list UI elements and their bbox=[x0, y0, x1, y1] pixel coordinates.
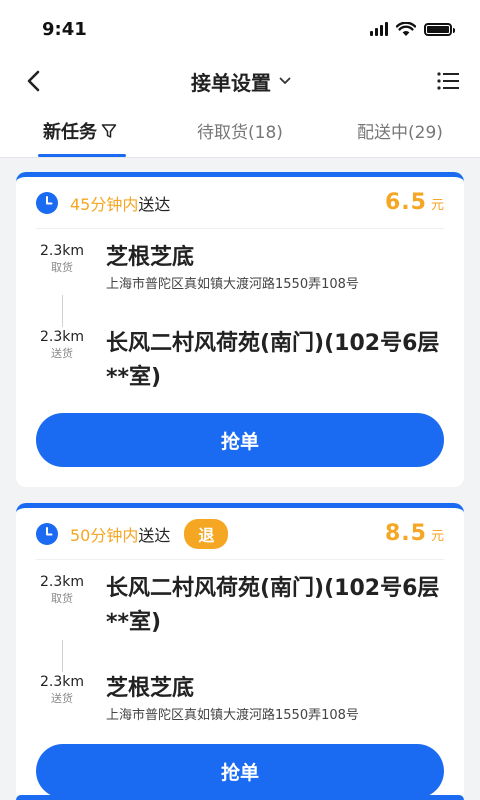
refund-badge: 退 bbox=[184, 518, 229, 549]
tab-pending-pickup[interactable]: 待取货(18) bbox=[160, 104, 320, 157]
pickup-stop: 2.3km 取货 芝根芝底 上海市普陀区真如镇大渡河路1550弄108号 bbox=[36, 241, 444, 295]
order-card-header: 45分钟内 送达 6.5 元 bbox=[36, 177, 444, 229]
tab-bar: 新任务 待取货(18) 配送中(29) bbox=[0, 104, 480, 158]
stop-name: 长风二村风荷苑(南门)(102号6层**室) bbox=[106, 331, 440, 390]
nav-bar: 接单设置 bbox=[0, 58, 480, 104]
price-unit: 元 bbox=[430, 529, 444, 544]
stop-address: 上海市普陀区真如镇大渡河路1550弄108号 bbox=[106, 708, 359, 723]
deadline-suffix: 送达 bbox=[138, 525, 171, 545]
order-card-header: 50分钟内 送达 退 8.5 元 bbox=[36, 508, 444, 560]
dropoff-stop: 2.3km 送货 长风二村风荷苑(南门)(102号6层**室) bbox=[36, 327, 444, 395]
tab-label: 配送中(29) bbox=[357, 123, 443, 143]
nav-title-dropdown[interactable]: 接单设置 bbox=[191, 67, 291, 96]
route: 2.3km 取货 芝根芝底 上海市普陀区真如镇大渡河路1550弄108号 2.3… bbox=[36, 229, 444, 395]
status-icons bbox=[370, 21, 455, 37]
price-unit: 元 bbox=[430, 198, 444, 213]
stop-distance: 2.3km bbox=[39, 674, 84, 690]
order-list: 45分钟内 送达 6.5 元 2.3km 取货 芝根芝底 上海市普陀区真如镇大渡… bbox=[0, 158, 480, 800]
order-card: 45分钟内 送达 6.5 元 2.3km 取货 芝根芝底 上海市普陀区真如镇大渡… bbox=[16, 172, 464, 487]
dropoff-stop: 2.3km 送货 芝根芝底 上海市普陀区真如镇大渡河路1550弄108号 bbox=[36, 672, 444, 726]
tab-label: 新任务 bbox=[43, 121, 97, 143]
status-bar: 9:41 bbox=[0, 0, 480, 58]
tab-new-tasks[interactable]: 新任务 bbox=[0, 104, 160, 157]
stop-kind: 送货 bbox=[51, 347, 73, 360]
stop-kind: 取货 bbox=[51, 592, 73, 605]
grab-order-button[interactable]: 抢单 bbox=[36, 744, 444, 798]
page-title: 接单设置 bbox=[191, 70, 271, 95]
stop-kind: 送货 bbox=[51, 692, 73, 705]
filter-icon[interactable] bbox=[101, 123, 117, 139]
status-time: 9:41 bbox=[42, 18, 87, 40]
chevron-down-icon bbox=[279, 77, 291, 84]
stop-distance: 2.3km bbox=[39, 243, 84, 259]
stop-name: 长风二村风荷苑(南门)(102号6层**室) bbox=[106, 576, 440, 635]
grab-order-button[interactable]: 抢单 bbox=[36, 413, 444, 467]
route-connector bbox=[36, 295, 88, 327]
wifi-icon bbox=[396, 21, 416, 36]
stop-address: 上海市普陀区真如镇大渡河路1550弄108号 bbox=[106, 277, 359, 292]
order-price: 6.5 元 bbox=[385, 190, 444, 215]
stop-distance: 2.3km bbox=[39, 329, 84, 345]
order-price: 8.5 元 bbox=[385, 521, 444, 546]
price-value: 8.5 bbox=[385, 521, 427, 546]
cellular-signal-icon bbox=[370, 22, 388, 36]
route-connector bbox=[36, 640, 88, 672]
price-value: 6.5 bbox=[385, 190, 427, 215]
battery-icon bbox=[424, 22, 455, 36]
order-card: 50分钟内 送达 退 8.5 元 2.3km 取货 长风二村风荷苑(南门)(10… bbox=[16, 503, 464, 800]
tab-delivering[interactable]: 配送中(29) bbox=[320, 104, 480, 157]
back-icon[interactable] bbox=[20, 67, 48, 95]
clock-icon bbox=[36, 522, 58, 545]
next-order-card-edge bbox=[16, 795, 464, 800]
deadline-suffix: 送达 bbox=[138, 194, 171, 214]
clock-icon bbox=[36, 191, 58, 214]
deadline-time: 50分钟内 bbox=[70, 525, 139, 545]
stop-name: 芝根芝底 bbox=[106, 676, 195, 701]
stop-name: 芝根芝底 bbox=[106, 245, 195, 270]
route: 2.3km 取货 长风二村风荷苑(南门)(102号6层**室) 2.3km 送货… bbox=[36, 560, 444, 726]
deadline-time: 45分钟内 bbox=[70, 194, 139, 214]
pickup-stop: 2.3km 取货 长风二村风荷苑(南门)(102号6层**室) bbox=[36, 572, 444, 640]
stop-distance: 2.3km bbox=[39, 574, 84, 590]
list-menu-icon[interactable] bbox=[434, 67, 462, 95]
tab-label: 待取货(18) bbox=[197, 123, 283, 143]
stop-kind: 取货 bbox=[51, 261, 73, 274]
